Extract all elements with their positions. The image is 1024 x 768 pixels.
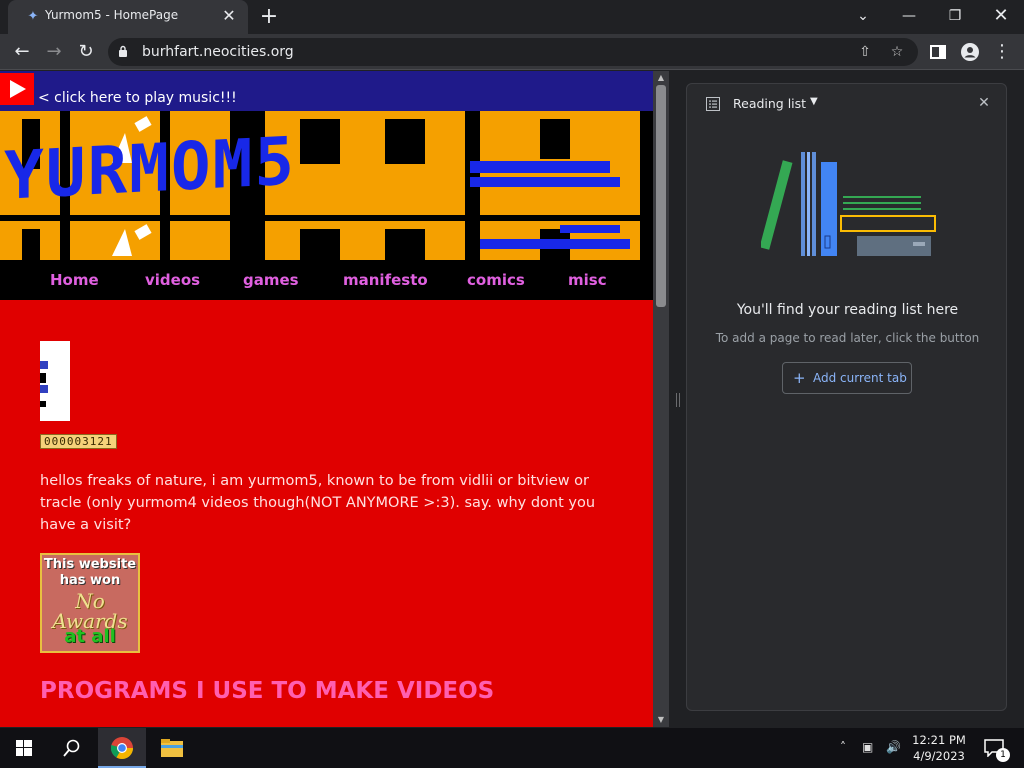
resize-handle-icon[interactable] bbox=[676, 393, 680, 407]
tab-strip: ✦ Yurmom5 - HomePage ✕ + ⌄ — ❐ ✕ bbox=[0, 0, 1024, 34]
clock-date: 4/9/2023 bbox=[913, 749, 965, 763]
search-icon[interactable] bbox=[48, 728, 96, 768]
tab-search-chevron-icon[interactable]: ⌄ bbox=[840, 2, 886, 30]
profile-icon[interactable] bbox=[956, 38, 984, 66]
empty-state-title: You'll find your reading list here bbox=[736, 302, 959, 318]
file-explorer-icon[interactable] bbox=[148, 728, 196, 768]
pixel-character-image bbox=[40, 341, 70, 421]
scrollbar-thumb[interactable] bbox=[656, 85, 666, 307]
nav-comics[interactable]: comics bbox=[467, 271, 525, 289]
nav-videos[interactable]: videos bbox=[145, 271, 200, 289]
nav-home[interactable]: Home bbox=[50, 271, 99, 289]
play-music-link[interactable]: < click here to play music!!! bbox=[38, 90, 237, 106]
yurmom5-banner-art: YURMOM5 bbox=[0, 111, 653, 260]
add-current-tab-label: Add current tab bbox=[813, 371, 907, 385]
books-illustration bbox=[761, 152, 936, 256]
award-line-1: This website has won bbox=[43, 557, 137, 588]
banner-title: YURMOM5 bbox=[4, 123, 296, 215]
network-icon[interactable]: ▣ bbox=[862, 740, 873, 754]
tab-yurmom5[interactable]: ✦ Yurmom5 - HomePage ✕ bbox=[8, 0, 248, 34]
clock-time: 12:21 PM bbox=[912, 733, 966, 747]
reading-list-icon bbox=[706, 97, 720, 111]
site-nav: Home videos games manifesto comics misc bbox=[0, 260, 653, 300]
page-scrollbar[interactable]: ▲ ▼ bbox=[653, 71, 669, 727]
award-line-3: at all bbox=[64, 626, 116, 647]
no-awards-badge: This website has won No Awards at all bbox=[40, 553, 140, 653]
lock-icon bbox=[119, 45, 127, 57]
system-clock[interactable]: 12:21 PM 4/9/2023 bbox=[905, 732, 973, 764]
close-window-button[interactable]: ✕ bbox=[978, 2, 1024, 30]
forward-button[interactable]: → bbox=[40, 38, 68, 66]
site-banner: YURMOM5 bbox=[0, 111, 653, 260]
play-music-icon[interactable] bbox=[0, 73, 34, 105]
browser-toolbar: ← → ↻ burhfart.neocities.org ⇧ ☆ ⋮ bbox=[0, 34, 1024, 70]
programs-heading: PROGRAMS I USE TO MAKE VIDEOS bbox=[40, 678, 495, 704]
windows-start-icon[interactable] bbox=[0, 728, 48, 768]
share-icon[interactable]: ⇧ bbox=[854, 41, 876, 63]
award-line-2: No Awards bbox=[52, 589, 128, 633]
hit-counter: 000003121 bbox=[40, 434, 117, 449]
show-hidden-icons-icon[interactable]: ˄ bbox=[840, 740, 846, 754]
nav-misc[interactable]: misc bbox=[568, 271, 607, 289]
chrome-taskbar-icon[interactable] bbox=[98, 728, 146, 768]
panel-close-icon[interactable]: ✕ bbox=[974, 93, 994, 113]
tab-title: Yurmom5 - HomePage bbox=[45, 8, 179, 22]
volume-icon[interactable]: 🔊 bbox=[886, 740, 901, 754]
add-current-tab-button[interactable]: + Add current tab bbox=[782, 362, 912, 394]
address-bar[interactable]: burhfart.neocities.org ⇧ ☆ bbox=[108, 38, 918, 66]
notification-center-icon[interactable]: 1 bbox=[976, 728, 1016, 768]
panel-title[interactable]: Reading list bbox=[733, 96, 806, 111]
menu-kebab-icon[interactable]: ⋮ bbox=[988, 38, 1016, 66]
url-text: burhfart.neocities.org bbox=[142, 44, 294, 60]
nav-manifesto[interactable]: manifesto bbox=[343, 271, 428, 289]
web-page: < click here to play music!!! YURMOM5 Ho… bbox=[0, 71, 653, 727]
empty-state-subtitle: To add a page to read later, click the b… bbox=[715, 331, 980, 345]
back-button[interactable]: ← bbox=[8, 38, 36, 66]
new-tab-button[interactable]: + bbox=[257, 5, 281, 29]
scroll-up-icon[interactable]: ▲ bbox=[653, 71, 669, 85]
side-panel-icon[interactable] bbox=[924, 38, 952, 66]
windows-taskbar: ˄ ▣ 🔊 12:21 PM 4/9/2023 1 bbox=[0, 728, 1024, 768]
intro-text: hellos freaks of nature, i am yurmom5, k… bbox=[40, 473, 596, 533]
plus-icon: + bbox=[793, 369, 806, 387]
notification-badge: 1 bbox=[996, 748, 1010, 762]
minimize-button[interactable]: — bbox=[886, 2, 932, 30]
panel-resize-gutter[interactable] bbox=[669, 71, 686, 727]
bookmark-star-icon[interactable]: ☆ bbox=[886, 41, 908, 63]
scroll-down-icon[interactable]: ▼ bbox=[653, 713, 669, 727]
tab-close-icon[interactable]: ✕ bbox=[219, 6, 239, 26]
panel-dropdown-icon[interactable]: ▼ bbox=[810, 96, 818, 107]
bird-favicon-icon: ✦ bbox=[27, 9, 39, 24]
music-bar: < click here to play music!!! bbox=[0, 71, 653, 111]
nav-games[interactable]: games bbox=[243, 271, 299, 289]
reload-button[interactable]: ↻ bbox=[72, 38, 100, 66]
restore-button[interactable]: ❐ bbox=[932, 2, 978, 30]
reading-list-panel: Reading list ▼ ✕ You'll find your readin… bbox=[686, 83, 1007, 711]
